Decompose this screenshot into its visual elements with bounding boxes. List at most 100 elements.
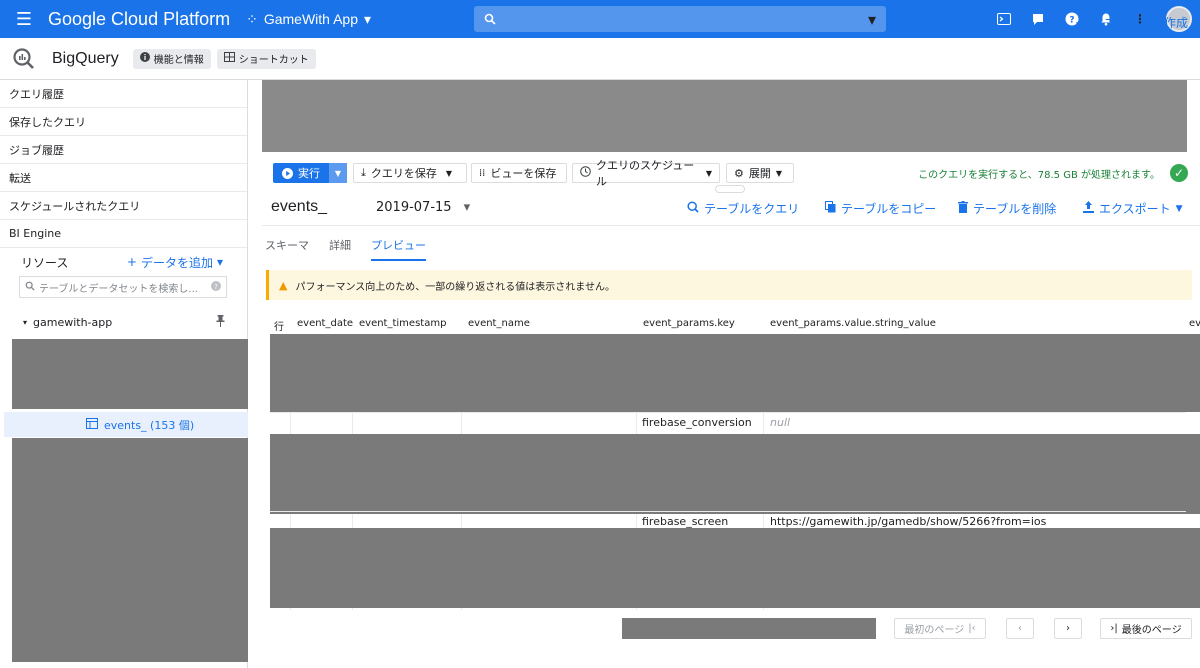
search-dropdown-icon[interactable]: ▾ bbox=[868, 10, 876, 29]
partition-date-selector[interactable]: 2019-07-15 ▾ bbox=[376, 200, 470, 215]
table-row: firebase_screen https://gamewith.jp/game… bbox=[270, 511, 1186, 531]
redacted-rows bbox=[270, 334, 1200, 412]
search-input[interactable]: ▾ bbox=[474, 6, 886, 32]
chevron-down-icon: ▾ bbox=[216, 255, 223, 269]
sidebar-item-bi-engine[interactable]: BI Engine bbox=[0, 220, 247, 248]
caret-down-icon[interactable]: ▾ bbox=[23, 318, 27, 327]
export-button[interactable]: エクスポート ▼ bbox=[1083, 200, 1183, 217]
query-table-button[interactable]: テーブルをクエリ bbox=[687, 200, 799, 217]
keyboard-icon bbox=[223, 52, 235, 65]
chevron-down-icon: ▼ bbox=[445, 168, 453, 178]
schedule-query-button[interactable]: クエリのスケジュール ▼ bbox=[572, 159, 720, 188]
column-header: event_params.value.string_value bbox=[770, 318, 936, 329]
warning-banner: ▲ パフォーマンス向上のため、一部の繰り返される値は表示されません。 bbox=[266, 270, 1192, 300]
menu-icon[interactable]: ☰ bbox=[0, 9, 48, 30]
table-tabs: スキーマ 詳細 プレビュー bbox=[265, 237, 426, 261]
event-param-value: https://gamewith.jp/gamedb/show/5266?fro… bbox=[770, 515, 1047, 528]
cloud-shell-icon[interactable] bbox=[996, 11, 1012, 27]
sidebar-item-transfers[interactable]: 転送 bbox=[0, 164, 247, 192]
add-data-button[interactable]: + データを追加 ▾ bbox=[127, 254, 223, 271]
column-header: 行 bbox=[274, 322, 284, 333]
tab-preview[interactable]: プレビュー bbox=[371, 237, 426, 261]
tab-details[interactable]: 詳細 bbox=[329, 237, 351, 261]
copy-table-button[interactable]: テーブルをコピー bbox=[825, 200, 936, 217]
resources-header: リソース + データを追加 ▾ bbox=[0, 248, 247, 276]
table-name: events_ bbox=[271, 198, 328, 215]
event-param-key: firebase_conversion bbox=[642, 416, 752, 429]
sidebar-item-scheduled-queries[interactable]: スケジュールされたクエリ bbox=[0, 192, 247, 220]
project-selector[interactable]: ⁘ GameWith App ▾ bbox=[246, 11, 371, 28]
table-icon bbox=[86, 417, 98, 432]
shortcuts-chip-label: ショートカット bbox=[238, 55, 309, 66]
schedule-label: クエリのスケジュール bbox=[596, 159, 695, 188]
gear-icon: ⚙ bbox=[734, 166, 744, 180]
save-query-button[interactable]: ⤓ クエリを保存 ▼ bbox=[353, 163, 467, 183]
help-icon[interactable]: ? bbox=[211, 280, 221, 294]
query-editor[interactable] bbox=[262, 80, 1187, 152]
tree-project-node[interactable]: ▾ gamewith-app bbox=[0, 312, 247, 332]
chevron-down-icon: ▼ bbox=[1175, 203, 1183, 214]
event-param-key: firebase_screen bbox=[642, 515, 729, 528]
product-bar: BigQuery 機能と情報 ショートカット bbox=[0, 38, 1200, 80]
warning-icon: ▲ bbox=[279, 278, 288, 292]
last-page-icon: ›| bbox=[1110, 623, 1118, 634]
shortcuts-chip[interactable]: ショートカット bbox=[216, 48, 316, 69]
view-grid-icon: ⁞⁞ bbox=[479, 167, 486, 179]
first-page-icon: |‹ bbox=[968, 623, 976, 634]
add-data-label: データを追加 bbox=[140, 255, 213, 270]
bigquery-logo-icon bbox=[12, 47, 36, 71]
project-name: GameWith App bbox=[263, 11, 358, 27]
features-chip[interactable]: 機能と情報 bbox=[132, 48, 211, 69]
sidebar-item-job-history[interactable]: ジョブ履歴 bbox=[0, 136, 247, 164]
expand-button[interactable]: ⚙ 展開 ▼ bbox=[726, 163, 794, 183]
prev-page-button[interactable]: ‹ bbox=[1006, 618, 1034, 639]
tree-project-row: ▾ gamewith-app bbox=[23, 316, 112, 329]
chevron-left-icon: ‹ bbox=[1018, 623, 1022, 634]
chevron-down-icon: ▼ bbox=[705, 168, 712, 178]
chevron-down-icon: ▾ bbox=[363, 10, 372, 27]
column-header: ev bbox=[1189, 318, 1200, 329]
run-main[interactable]: 実行 bbox=[273, 165, 329, 181]
last-page-button[interactable]: ›| 最後のページ bbox=[1100, 618, 1192, 639]
column-header: event_name bbox=[468, 318, 530, 329]
chevron-down-icon: ▾ bbox=[463, 200, 471, 215]
redacted-page-info bbox=[622, 618, 876, 639]
trash-icon bbox=[958, 201, 968, 216]
delete-table-button[interactable]: テーブルを削除 bbox=[958, 200, 1056, 217]
redacted-area bbox=[12, 438, 248, 662]
run-label: 実行 bbox=[298, 167, 320, 180]
last-page-label: 最後のページ bbox=[1121, 625, 1182, 636]
resource-search-input[interactable]: テーブルとデータセットを検索し... ? bbox=[19, 276, 227, 298]
partition-date: 2019-07-15 bbox=[376, 200, 452, 215]
query-table-label: テーブルをクエリ bbox=[704, 202, 800, 216]
run-options-dropdown[interactable]: ▼ bbox=[329, 163, 347, 183]
app-title[interactable]: Google Cloud Platform bbox=[48, 9, 230, 30]
upload-icon bbox=[1083, 201, 1094, 216]
bytes-estimate: このクエリを実行すると、78.5 GB が処理されます。 ✓ bbox=[918, 164, 1188, 182]
table-header: events_ 2019-07-15 ▾ テーブルをクエリ テーブルをコピー テ… bbox=[262, 190, 1200, 226]
tab-schema[interactable]: スキーマ bbox=[265, 237, 309, 261]
svg-text:?: ? bbox=[214, 283, 218, 291]
plus-icon: + bbox=[126, 255, 137, 269]
search-icon bbox=[484, 10, 496, 29]
product-title: BigQuery bbox=[52, 49, 119, 67]
pin-icon[interactable] bbox=[216, 314, 225, 330]
table-row: firebase_conversion null bbox=[270, 412, 1186, 432]
column-header: event_params.key bbox=[643, 318, 735, 329]
warning-text: パフォーマンス向上のため、一部の繰り返される値は表示されません。 bbox=[295, 281, 615, 293]
first-page-button[interactable]: 最初のページ |‹ bbox=[894, 618, 986, 639]
notifications-feedback-icon[interactable] bbox=[1030, 11, 1046, 27]
save-view-button[interactable]: ⁞⁞ ビューを保存 bbox=[471, 163, 567, 183]
export-label: エクスポート bbox=[1099, 202, 1171, 216]
tree-item-events-table[interactable]: events_ (153 個) bbox=[4, 412, 248, 437]
save-query-label: クエリを保存 bbox=[370, 167, 437, 180]
new-query-label: クエリを新規作成 bbox=[1091, 16, 1188, 30]
new-query-button[interactable]: + クエリを新規作成 bbox=[1075, 13, 1188, 32]
sidebar-item-saved-queries[interactable]: 保存したクエリ bbox=[0, 108, 247, 136]
column-header: event_date bbox=[297, 318, 354, 329]
run-button[interactable]: 実行 ▼ bbox=[273, 163, 347, 183]
next-page-button[interactable]: › bbox=[1054, 618, 1082, 639]
features-chip-label: 機能と情報 bbox=[153, 55, 204, 66]
play-icon bbox=[282, 167, 293, 179]
sidebar-item-query-history[interactable]: クエリ履歴 bbox=[0, 80, 247, 108]
